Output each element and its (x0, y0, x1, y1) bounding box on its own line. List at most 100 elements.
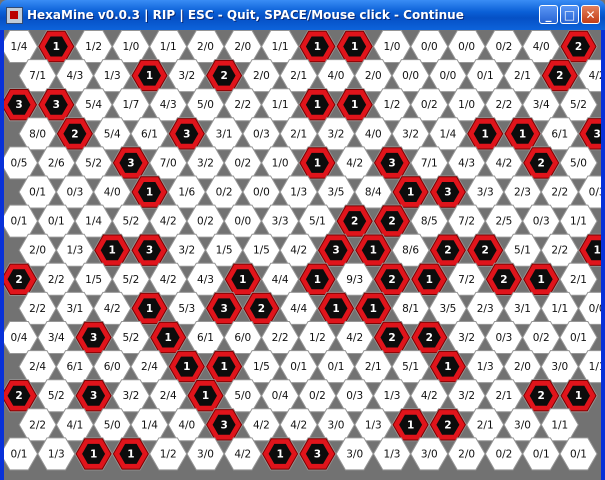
hex-cell[interactable]: 1/3 (354, 408, 393, 442)
hex-cell[interactable]: 4/2 (335, 146, 374, 180)
hex-cell[interactable]: 2/0 (223, 30, 262, 63)
hex-cell[interactable]: 4/0 (522, 30, 561, 63)
hex-cell-mine[interactable]: 1 (37, 30, 76, 63)
hex-cell[interactable]: 4/2 (149, 262, 188, 296)
hex-cell-mine[interactable]: 1 (93, 233, 132, 267)
hex-cell[interactable]: 1/4 (74, 204, 113, 238)
hex-cell[interactable]: 0/1 (0, 437, 39, 471)
hex-cell-mine[interactable]: 2 (466, 233, 505, 267)
hex-cell[interactable]: 0/1 (466, 59, 505, 93)
hex-cell[interactable]: 1/0 (111, 30, 150, 63)
hex-cell-mine[interactable]: 2 (559, 30, 598, 63)
hex-cell[interactable]: 1/1 (540, 408, 579, 442)
hex-cell[interactable]: 0/0 (428, 59, 467, 93)
hex-cell-mine[interactable]: 1 (298, 262, 337, 296)
hex-cell-mine[interactable]: 2 (428, 408, 467, 442)
hex-cell[interactable]: 3/2 (447, 321, 486, 354)
hex-cell[interactable]: 3/1 (205, 117, 244, 151)
hex-cell[interactable]: 4/3 (186, 262, 225, 296)
hex-cell-mine[interactable]: 1 (410, 262, 449, 296)
hex-cell[interactable]: 5/0 (93, 408, 132, 442)
hex-cell[interactable]: 7/1 (410, 146, 449, 180)
maximize-button[interactable]: □ (560, 5, 579, 24)
hex-cell[interactable]: 2/1 (503, 59, 542, 93)
hex-cell[interactable]: 9/3 (335, 262, 374, 296)
hex-cell[interactable]: 0/4 (261, 379, 300, 413)
hex-cell[interactable]: 3/0 (410, 437, 449, 471)
hex-cell[interactable]: 2/5 (484, 204, 523, 238)
hex-cell[interactable]: 1/2 (74, 30, 113, 63)
hex-cell[interactable]: 0/0 (242, 175, 281, 209)
hex-cell[interactable]: 3/1 (503, 291, 542, 325)
hex-cell-mine[interactable]: 2 (372, 204, 412, 238)
hex-cell[interactable]: 2/4 (130, 350, 169, 384)
hex-cell[interactable]: 0/1 (279, 350, 318, 384)
hex-cell[interactable]: 0/2 (410, 88, 449, 122)
hex-cell[interactable]: 3/0 (335, 437, 374, 471)
hex-cell[interactable]: 1/0 (447, 88, 486, 122)
hex-cell-mine[interactable]: 1 (111, 437, 150, 471)
hex-cell-mine[interactable]: 3 (205, 408, 244, 442)
hex-cell[interactable]: 5/0 (223, 379, 262, 413)
hex-cell[interactable]: 2/2 (37, 262, 76, 296)
hex-cell-mine[interactable]: 2 (428, 233, 467, 267)
hex-cell[interactable]: 1/4 (0, 30, 39, 63)
hex-board[interactable]: 1/4 1 1/2 1/0 1/1 2/0 2/0 1/1 1 1 1/0 0/0 0/0 0/2 4/0 2… (0, 30, 605, 480)
hex-cell-mine[interactable]: 3 (316, 233, 356, 267)
hex-cell[interactable]: 1/2 (149, 437, 188, 471)
hex-cell[interactable]: 3/0 (316, 408, 356, 442)
hex-cell[interactable]: 3/2 (111, 379, 150, 413)
hex-cell[interactable]: 4/0 (316, 59, 356, 93)
hex-cell[interactable]: 4/2 (279, 233, 318, 267)
hex-cell-mine[interactable]: 3 (74, 379, 113, 413)
hex-cell[interactable]: 6/0 (223, 321, 262, 354)
hex-cell-mine[interactable]: 1 (130, 291, 169, 325)
hex-cell[interactable]: 1/3 (372, 437, 412, 471)
hex-cell[interactable]: 1/3 (55, 233, 94, 267)
hex-cell[interactable]: 1/3 (279, 175, 318, 209)
hex-cell[interactable]: 0/2 (522, 321, 561, 354)
hex-cell[interactable]: 3/2 (167, 59, 206, 93)
hex-cell[interactable]: 2/0 (186, 30, 225, 63)
hex-cell-mine[interactable]: 2 (335, 204, 374, 238)
hex-cell[interactable]: 5/2 (111, 321, 150, 354)
hex-cell-mine[interactable]: 3 (111, 146, 150, 180)
hex-cell[interactable]: 1/1 (559, 204, 598, 238)
hex-cell[interactable]: 2/2 (261, 321, 300, 354)
hex-cell[interactable]: 4/3 (55, 59, 94, 93)
hex-cell-mine[interactable]: 1 (335, 88, 374, 122)
hex-cell-mine[interactable]: 3 (205, 291, 244, 325)
hex-cell[interactable]: 1/5 (242, 233, 281, 267)
hex-cell[interactable]: 3/1 (55, 291, 94, 325)
hex-cell[interactable]: 3/2 (391, 117, 430, 151)
hex-cell[interactable]: 2/2 (540, 233, 579, 267)
hex-cell[interactable]: 5/0 (559, 146, 598, 180)
hex-cell-mine[interactable]: 3 (298, 437, 337, 471)
hex-cell-mine[interactable]: 1 (223, 262, 262, 296)
hex-cell[interactable]: 2/0 (242, 59, 281, 93)
hex-cell[interactable]: 0/3 (242, 117, 281, 151)
hex-cell[interactable]: 3/2 (186, 146, 225, 180)
hex-cell-mine[interactable]: 1 (466, 117, 505, 151)
hex-cell[interactable]: 0/2 (484, 30, 523, 63)
close-button[interactable]: ✕ (581, 5, 600, 24)
hex-cell-mine[interactable]: 1 (149, 321, 188, 354)
hex-cell[interactable]: 0/1 (316, 350, 356, 384)
hex-cell[interactable]: 2/1 (559, 262, 598, 296)
hex-cell[interactable]: 4/2 (410, 379, 449, 413)
hex-cell[interactable]: 1/3 (372, 379, 412, 413)
hex-cell[interactable]: 5/3 (167, 291, 206, 325)
hex-cell[interactable]: 2/2 (18, 408, 57, 442)
hex-cell-mine[interactable]: 2 (540, 59, 579, 93)
hex-cell[interactable]: 1/0 (372, 30, 412, 63)
hex-cell-mine[interactable]: 1 (316, 291, 356, 325)
hex-cell-mine[interactable]: 1 (130, 59, 169, 93)
hex-cell[interactable]: 8/0 (18, 117, 57, 151)
hex-cell[interactable]: 3/2 (167, 233, 206, 267)
hex-cell[interactable]: 4/1 (55, 408, 94, 442)
hex-cell[interactable]: 6/1 (540, 117, 579, 151)
hex-cell[interactable]: 2/1 (279, 59, 318, 93)
hex-cell[interactable]: 2/3 (466, 291, 505, 325)
hex-cell[interactable]: 4/2 (223, 437, 262, 471)
hex-cell[interactable]: 5/2 (37, 379, 76, 413)
